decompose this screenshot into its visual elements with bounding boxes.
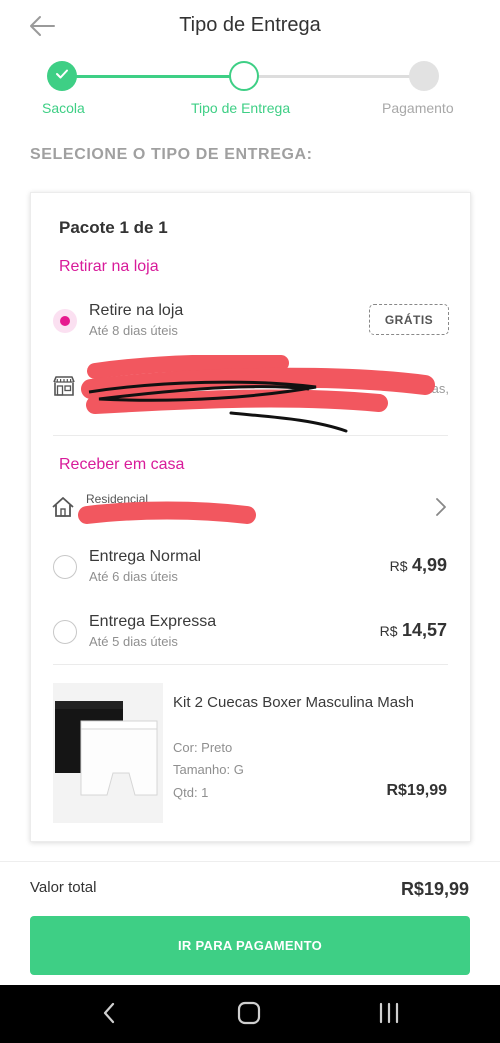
step-sacola-label: Sacola <box>42 100 85 116</box>
free-badge: GRÁTIS <box>369 304 449 335</box>
section-divider <box>53 435 448 436</box>
section-title: SELECIONE O TIPO DE ENTREGA: <box>30 146 313 163</box>
step-tipo-entrega-dot <box>229 61 259 91</box>
stepper-line-complete <box>62 75 230 78</box>
product-image <box>53 683 163 823</box>
store-icon <box>52 375 76 402</box>
app-header: Tipo de Entrega <box>0 0 500 56</box>
product-color: Cor: Preto <box>173 740 233 755</box>
total-label: Valor total <box>30 879 97 896</box>
pickup-option-eta: Até 8 dias úteis <box>89 323 178 338</box>
currency-label: R$ <box>379 623 398 639</box>
system-nav-bar <box>0 985 500 1043</box>
footer-divider <box>0 861 500 862</box>
express-delivery-radio[interactable] <box>53 620 77 644</box>
step-pagamento-label: Pagamento <box>382 100 454 116</box>
price-value: 4,99 <box>411 555 447 575</box>
chevron-right-icon <box>435 497 447 522</box>
product-price: R$19,99 <box>386 782 448 799</box>
home-square-icon <box>237 1001 261 1030</box>
home-icon <box>51 495 75 524</box>
total-value: R$19,99 <box>400 879 469 899</box>
nav-home-button[interactable] <box>234 1001 264 1029</box>
nav-recents-button[interactable] <box>374 1001 404 1029</box>
recents-icon <box>378 1002 400 1029</box>
check-icon <box>55 67 69 85</box>
currency-label: R$ <box>389 558 408 574</box>
chevron-left-icon <box>102 1002 116 1029</box>
store-address: otas, <box>89 371 449 411</box>
stepper-line-pending <box>258 75 410 78</box>
step-sacola-dot <box>47 61 77 91</box>
step-pagamento-dot <box>409 61 439 91</box>
normal-delivery-title[interactable]: Entrega Normal <box>89 548 201 566</box>
normal-delivery-eta: Até 6 dias úteis <box>89 569 178 584</box>
store-address-text: otas, <box>420 381 449 396</box>
normal-delivery-radio[interactable] <box>53 555 77 579</box>
package-title: Pacote 1 de 1 <box>59 218 168 237</box>
product-quantity: Qtd: 1 <box>173 785 209 800</box>
go-to-payment-button[interactable]: IR PARA PAGAMENTO <box>30 916 470 975</box>
product-name: Kit 2 Cuecas Boxer Masculina Mash <box>173 694 414 711</box>
checkout-stepper: Sacola Tipo de Entrega Pagamento <box>0 58 500 118</box>
home-delivery-heading: Receber em casa <box>59 456 185 473</box>
pickup-option-title[interactable]: Retire na loja <box>89 302 183 320</box>
home-address-row[interactable]: Residencial <box>51 489 449 529</box>
home-address-label: Residencial <box>86 492 149 506</box>
pickup-heading: Retirar na loja <box>59 258 159 275</box>
nav-back-button[interactable] <box>94 1001 124 1029</box>
package-card: Pacote 1 de 1 Retirar na loja Retire na … <box>30 192 471 842</box>
express-delivery-price: R$ 14,57 <box>380 620 447 641</box>
express-delivery-title[interactable]: Entrega Expressa <box>89 613 216 631</box>
page-title: Tipo de Entrega <box>179 14 321 36</box>
section-divider <box>53 664 448 665</box>
pickup-radio[interactable] <box>53 309 77 333</box>
express-delivery-eta: Até 5 dias úteis <box>89 634 178 649</box>
normal-delivery-price: R$ 4,99 <box>390 555 447 576</box>
step-tipo-entrega-label: Tipo de Entrega <box>191 100 291 116</box>
price-value: 14,57 <box>401 620 447 640</box>
product-size: Tamanho: G <box>173 762 244 777</box>
